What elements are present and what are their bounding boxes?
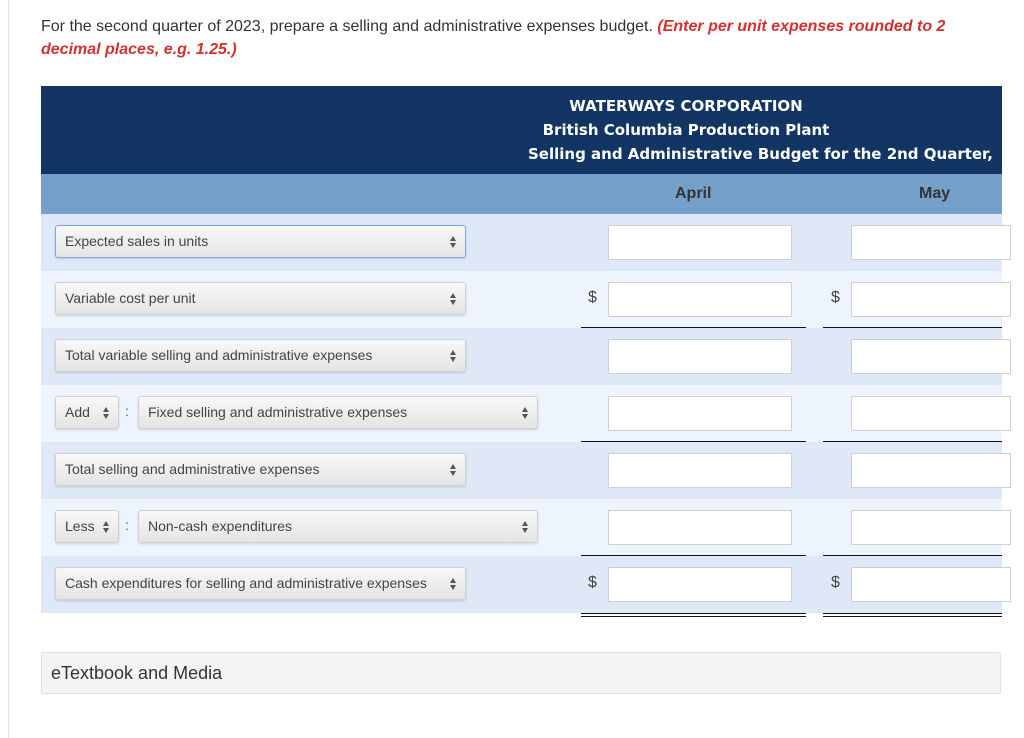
select-value: Cash expenditures for selling and admini… [65,575,427,591]
select-arrows-icon [450,464,457,476]
line-item-select[interactable]: Variable cost per unit [55,282,466,315]
operator-select[interactable]: Add [55,396,119,429]
budget-row-noncash: Less : Non-cash expenditures [41,499,1011,556]
select-value: Expected sales in units [65,233,209,249]
line-item-select[interactable]: Cash expenditures for selling and admini… [55,567,466,600]
may-input[interactable] [851,510,1011,545]
line-item-select[interactable]: Fixed selling and administrative expense… [138,396,538,429]
total-rule-area [41,613,1002,617]
select-arrows-icon [522,521,529,533]
select-value: Total selling and administrative expense… [65,461,320,477]
company-name: WATERWAYS CORPORATION [569,97,803,115]
operator-select[interactable]: Less [55,510,119,543]
separator: : [125,517,129,533]
total-double-rule [823,613,1002,617]
may-input[interactable] [851,396,1011,431]
budget-row-variable-cost: Variable cost per unit $ $ [41,271,1011,328]
april-input[interactable] [608,510,792,545]
select-value: Add [65,404,90,420]
plant-name: British Columbia Production Plant [542,121,830,139]
line-item-select[interactable]: Non-cash expenditures [138,510,538,543]
select-arrows-icon [103,407,110,419]
etextbook-and-media-button[interactable]: eTextbook and Media [41,652,1001,694]
may-input[interactable] [851,339,1011,374]
budget-row-total-sa: Total selling and administrative expense… [41,442,1011,499]
dollar-sign: $ [588,289,597,306]
april-input[interactable] [608,396,792,431]
may-input[interactable] [851,567,1011,602]
select-arrows-icon [450,350,457,362]
budget-table: WATERWAYS CORPORATION British Columbia P… [41,86,1011,617]
column-header-row: April May [41,174,1002,214]
line-item-select[interactable]: Total variable selling and administrativ… [55,339,466,372]
budget-header: WATERWAYS CORPORATION British Columbia P… [41,86,1002,174]
select-arrows-icon [450,293,457,305]
line-item-select[interactable]: Expected sales in units [55,225,466,258]
budget-row-total-variable: Total variable selling and administrativ… [41,328,1011,385]
dollar-sign: $ [831,574,840,591]
prompt-text: For the second quarter of 2023, prepare … [41,18,653,35]
april-input[interactable] [608,567,792,602]
separator: : [125,403,129,419]
dollar-sign: $ [831,289,840,306]
may-input[interactable] [851,282,1011,317]
april-input[interactable] [608,453,792,488]
budget-row-fixed: Add : Fixed selling and administrative e… [41,385,1011,442]
column-header-may: May [919,185,951,202]
may-input[interactable] [851,225,1011,260]
question-prompt: For the second quarter of 2023, prepare … [41,15,1001,61]
budget-row-expected-sales: Expected sales in units [41,214,1011,271]
may-input[interactable] [851,453,1011,488]
april-input[interactable] [608,225,792,260]
april-input[interactable] [608,339,792,374]
select-value: Variable cost per unit [65,290,196,306]
select-value: Total variable selling and administrativ… [65,347,373,363]
budget-title: Selling and Administrative Budget for th… [528,145,993,163]
april-input[interactable] [608,282,792,317]
select-value: Non-cash expenditures [148,518,292,534]
select-value: Fixed selling and administrative expense… [148,404,408,420]
page-left-border [8,0,9,738]
select-value: Less [65,518,95,534]
column-header-april: April [675,185,712,202]
select-arrows-icon [450,236,457,248]
select-arrows-icon [103,521,110,533]
total-double-rule [581,613,806,617]
select-arrows-icon [522,407,529,419]
select-arrows-icon [450,578,457,590]
budget-row-cash-expenditures: Cash expenditures for selling and admini… [41,556,1011,613]
line-item-select[interactable]: Total selling and administrative expense… [55,453,466,486]
dollar-sign: $ [588,574,597,591]
